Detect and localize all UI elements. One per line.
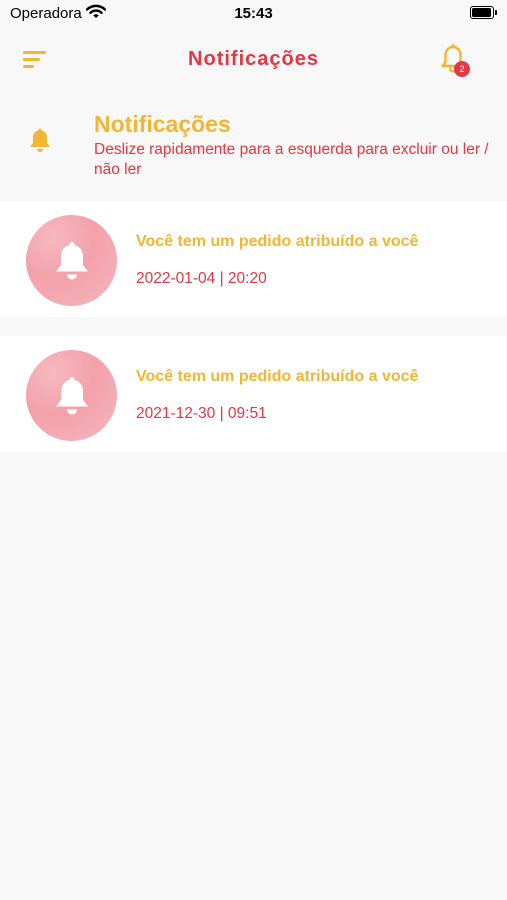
bell-icon (56, 242, 88, 280)
bell-icon (56, 377, 88, 415)
notification-datetime: 2021-12-30 | 09:51 (136, 405, 267, 422)
info-title: Notificações (94, 111, 231, 137)
info-subtitle: Deslize rapidamente para a esquerda para… (94, 141, 489, 178)
notification-avatar (26, 215, 117, 306)
notification-datetime: 2022-01-04 | 20:20 (136, 270, 267, 287)
app-header: Notificações 2 (0, 28, 507, 94)
status-time: 15:43 (234, 5, 273, 22)
info-section: Notificações Deslize rapidamente para a … (0, 100, 507, 200)
notification-item[interactable]: Você tem um pedido atribuído a você 2021… (0, 336, 507, 452)
notification-avatar (26, 350, 117, 441)
page-title: Notificações (188, 48, 319, 70)
bell-icon (28, 127, 52, 159)
notification-badge: 2 (454, 61, 470, 77)
notification-item[interactable]: Você tem um pedido atribuído a você 2022… (0, 201, 507, 317)
notification-title: Você tem um pedido atribuído a você (136, 233, 419, 250)
notification-title: Você tem um pedido atribuído a você (136, 368, 419, 385)
status-bar: Operadora 15:43 (0, 0, 507, 28)
battery-icon (470, 6, 497, 19)
